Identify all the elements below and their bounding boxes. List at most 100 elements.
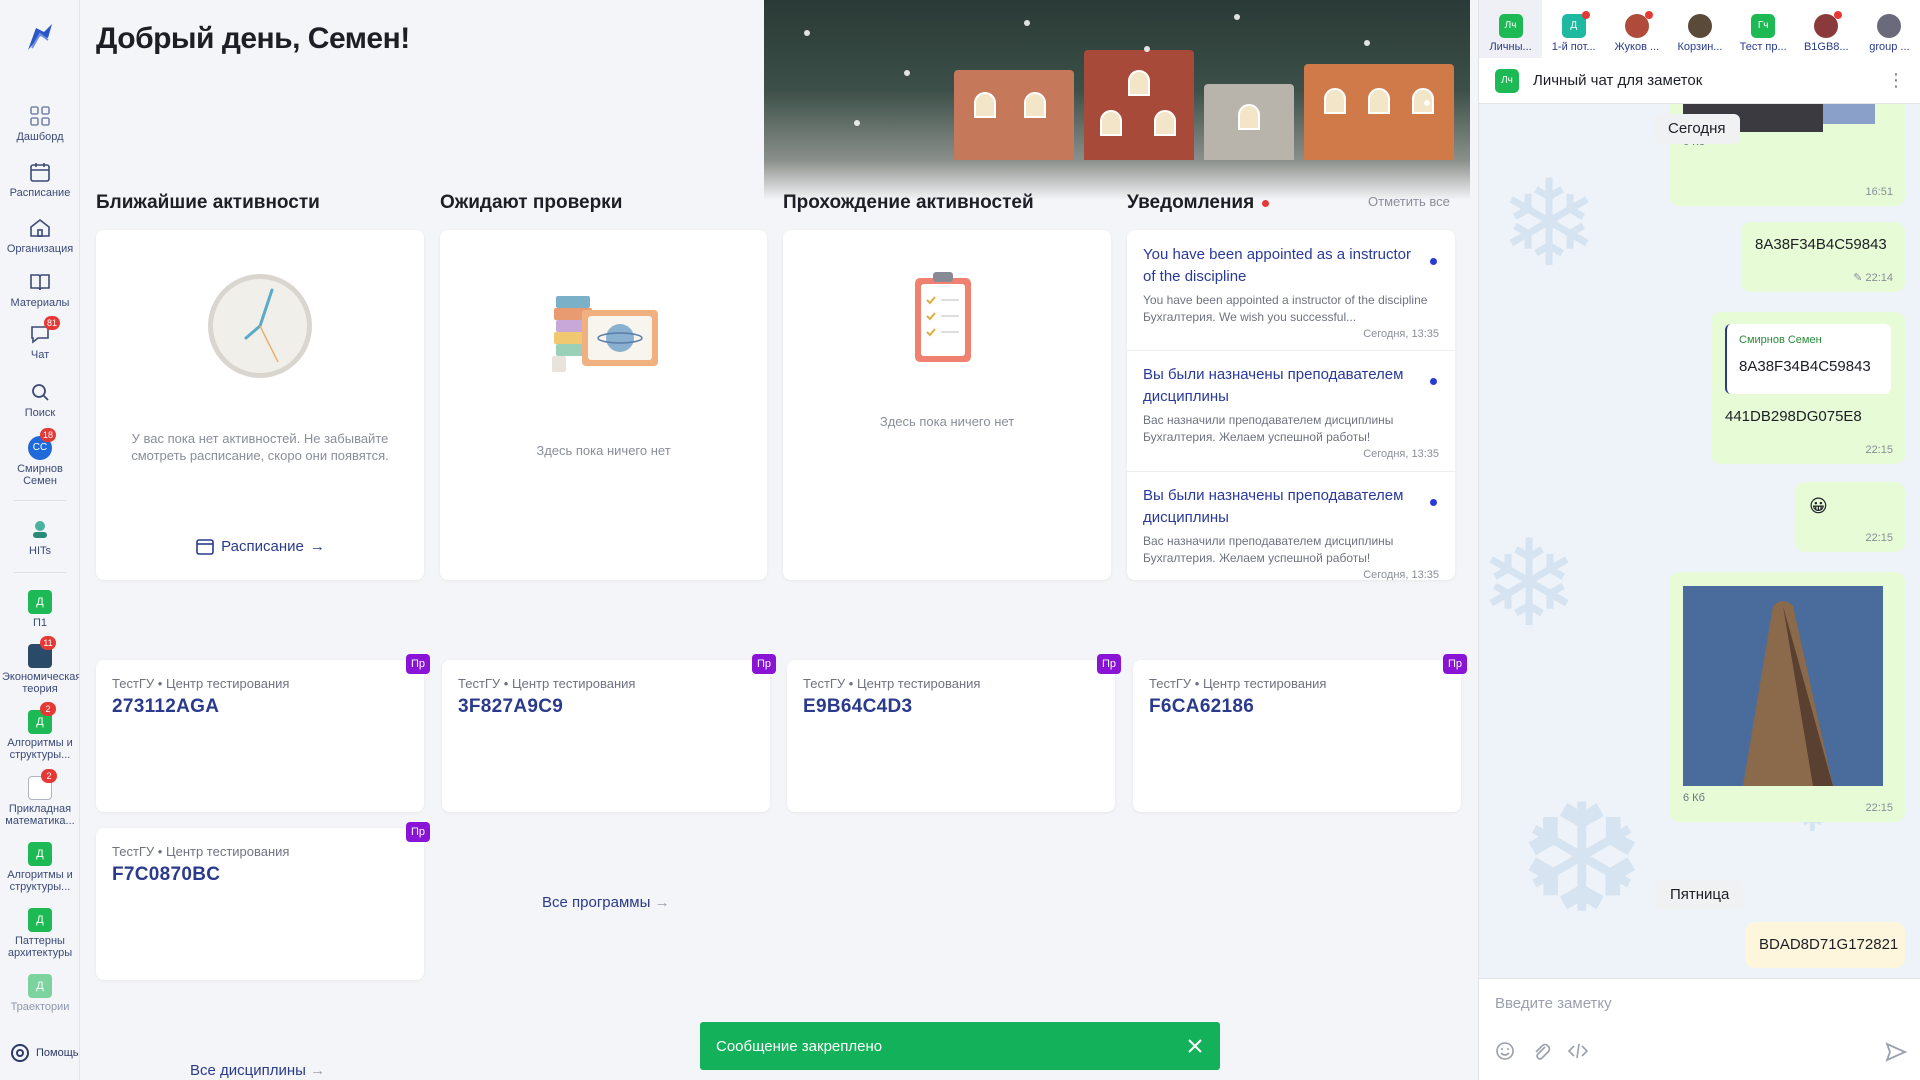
message-bubble-pinned[interactable]: BDAD8D71G172821 (1745, 922, 1905, 968)
mark-all-read-link[interactable]: Отметить все (1368, 194, 1450, 209)
rail-item-course[interactable]: 11 Экономическая теория (0, 636, 80, 695)
message-input[interactable]: Введите заметку (1495, 995, 1612, 1012)
date-separator: Сегодня (1654, 114, 1740, 144)
code-icon[interactable] (1567, 1041, 1589, 1061)
message-bubble-reply[interactable]: Смирнов Семен 8A38F34B4C59843 441DB298DG… (1711, 312, 1905, 464)
app-logo[interactable] (22, 20, 58, 56)
greeting-title: Добрый день, Семен! (96, 22, 410, 55)
notification-body: You have been appointed a instructor of … (1143, 293, 1428, 324)
book-icon (30, 274, 50, 291)
chat-header: Лч Личный чат для заметок ⋮ (1479, 58, 1920, 104)
time-value: 22:14 (1865, 272, 1893, 284)
program-card[interactable]: ТестГУ • Центр тестирования F7C0870BC Пр (96, 822, 430, 980)
program-code: F6CA62186 (1149, 696, 1255, 717)
rail-item-dashboard[interactable]: Дашборд (0, 104, 79, 143)
clipboard-illustration (915, 272, 971, 362)
all-disciplines-link[interactable]: Все дисциплины → (190, 1062, 325, 1079)
rail-item-organization[interactable]: Организация (0, 216, 79, 255)
schedule-link-label: Расписание (221, 537, 304, 555)
notification-item[interactable]: Вы были назначены преподавателем дисципл… (1143, 364, 1439, 460)
rail-item-schedule[interactable]: Расписание (0, 160, 79, 199)
emoji-icon[interactable] (1495, 1041, 1515, 1061)
section-title-review: Ожидают проверки (440, 192, 623, 213)
message-image[interactable]: 6 Кб 22:15 (1669, 572, 1905, 822)
schedule-link[interactable]: Расписание → (96, 536, 424, 556)
chat-tab[interactable]: B1GB8... (1795, 0, 1858, 58)
unread-dot (1430, 378, 1437, 385)
notification-item[interactable]: You have been appointed as a instructor … (1143, 244, 1439, 340)
rail-label: Алгоритмы и структуры... (7, 869, 73, 893)
rail-item-hits[interactable]: HITs (0, 518, 79, 557)
chat-tab[interactable]: Жуков ... (1605, 0, 1668, 58)
program-badge: Пр (1097, 654, 1121, 674)
unread-dot (1262, 199, 1270, 207)
rail-label: Экономическая теория (2, 671, 80, 695)
chat-avatar (1687, 14, 1712, 38)
unread-badge: 2 (40, 702, 56, 716)
image-thumbnail (1823, 104, 1875, 124)
program-card[interactable]: ТестГУ • Центр тестирования 273112AGA Пр (96, 654, 430, 812)
course-letter: Д (36, 716, 44, 728)
program-card[interactable]: ТестГУ • Центр тестирования E9B64C4D3 Пр (787, 654, 1121, 812)
course-icon: Д2 (28, 702, 56, 734)
math-course-icon: 2 (28, 769, 57, 800)
attach-icon[interactable] (1531, 1041, 1551, 1061)
chat-tab[interactable]: group ... (1858, 0, 1920, 58)
rail-item-chat[interactable]: 81 Чат (0, 316, 79, 361)
notification-item[interactable]: Вы были назначены преподавателем дисципл… (1143, 485, 1439, 580)
rail-item-materials[interactable]: Материалы (0, 270, 79, 309)
chat-tab-label: Тест пр... (1739, 41, 1787, 53)
course-icon: Д (28, 842, 52, 866)
chat-avatar (1814, 11, 1843, 38)
rail-item-profile[interactable]: СС 18 Смирнов Семен (0, 428, 79, 487)
close-icon[interactable] (1186, 1037, 1204, 1055)
program-badge: Пр (406, 654, 430, 674)
rail-label: Траектории (10, 1001, 70, 1013)
course-icon: Д (28, 590, 52, 614)
rail-item-course[interactable]: Д Траектории (0, 974, 79, 1013)
rail-item-course[interactable]: Д П1 (0, 590, 79, 629)
rail-label: Расписание (9, 187, 71, 199)
rail-item-course[interactable]: 2 Прикладная математика... (0, 769, 79, 827)
all-disciplines-label: Все дисциплины (190, 1062, 306, 1079)
chat-tab[interactable]: Д 1-й пот... (1542, 0, 1605, 58)
upcoming-card: У вас пока нет активностей. Не забывайте… (96, 230, 424, 580)
send-icon[interactable] (1885, 1041, 1907, 1063)
message-bubble[interactable]: 8A38F34B4C59843 ✎ 22:14 (1741, 222, 1905, 292)
reply-quote[interactable]: Смирнов Семен 8A38F34B4C59843 (1725, 324, 1891, 394)
rail-label: Организация (6, 243, 74, 255)
program-code: E9B64C4D3 (803, 696, 913, 717)
chat-tab[interactable]: Лч Личны... (1479, 0, 1543, 58)
rail-item-course[interactable]: Д Алгоритмы и структуры... (0, 842, 79, 893)
composer-tools (1495, 1041, 1589, 1061)
chat-avatar (1624, 11, 1653, 38)
message-bubble[interactable]: 😀 22:15 (1795, 482, 1905, 552)
chat-tab-icon: Д (1561, 11, 1590, 38)
program-card[interactable]: ТестГУ • Центр тестирования F6CA62186 Пр (1133, 654, 1467, 812)
rail-item-course[interactable]: Д2 Алгоритмы и структуры... (0, 702, 79, 761)
course-icon: Д (28, 974, 52, 998)
program-badge: Пр (1443, 654, 1467, 674)
chat-header-icon: Лч (1495, 68, 1519, 93)
left-rail: Дашборд Расписание Организация Материалы… (0, 0, 80, 1080)
rail-divider (14, 500, 66, 501)
divider (1127, 471, 1455, 472)
chat-messages: ❄ ❄ ❅ ❆ ❄ 6 Кб 16:51 Сегодня 8A38F34B4C5… (1479, 104, 1920, 978)
rail-item-course[interactable]: Д Паттерны архитектуры (0, 908, 79, 959)
chat-tab[interactable]: Гч Тест пр... (1732, 0, 1795, 58)
rail-item-search[interactable]: Поиск (0, 380, 79, 419)
chat-composer: Введите заметку (1479, 978, 1920, 1080)
house-illustration (1084, 50, 1194, 160)
help-button[interactable]: Помощь (10, 1043, 79, 1063)
message-time: 22:15 (1865, 532, 1893, 544)
all-programs-link[interactable]: Все программы → (542, 894, 670, 911)
program-code: 273112AGA (112, 696, 220, 717)
rail-label: Прикладная математика... (5, 803, 75, 827)
unread-badge: 18 (40, 428, 57, 442)
chat-tab-icon: Лч (1498, 14, 1523, 38)
chat-avatar (1877, 14, 1902, 38)
more-options-icon[interactable]: ⋮ (1887, 70, 1905, 91)
chat-tab[interactable]: Корзин... (1668, 0, 1731, 58)
program-card[interactable]: ТестГУ • Центр тестирования 3F827A9C9 Пр (442, 654, 776, 812)
chat-title: Личный чат для заметок (1533, 72, 1703, 89)
